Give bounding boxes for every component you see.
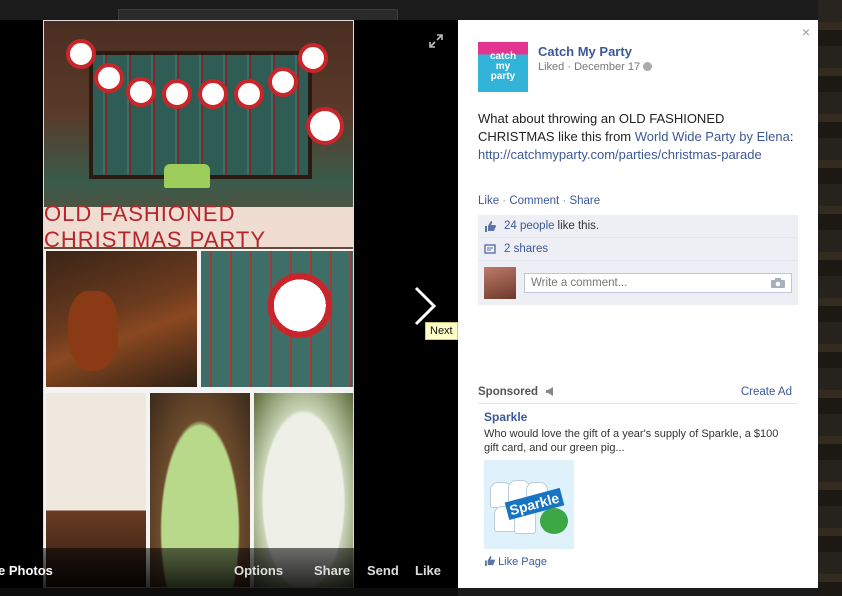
ad-title-link[interactable]: Sparkle — [484, 410, 527, 424]
expand-icon[interactable] — [429, 34, 443, 48]
banner-text: OLD FASHIONED CHRISTMAS PARTY — [44, 201, 266, 252]
options-button[interactable]: Options — [234, 563, 283, 578]
photo[interactable]: OLD FASHIONED CHRISTMAS PARTY — [43, 20, 354, 588]
post-text: What about throwing an OLD FASHIONED CHR… — [478, 111, 794, 162]
violin-shape — [68, 291, 118, 371]
garland-ornament — [198, 79, 228, 109]
photos-link[interactable]: e Photos — [0, 563, 53, 578]
post-line-1: What about throwing an OLD FASHIONED — [478, 111, 725, 126]
send-button[interactable]: Send — [367, 563, 399, 578]
post-panel: × catch my party Catch My Party Liked · … — [458, 20, 818, 588]
comment-placeholder: Write a comment... — [531, 277, 628, 289]
sponsored-heading: Sponsored — [478, 386, 555, 398]
post-url-link[interactable]: http://catchmyparty.com/parties/christma… — [478, 147, 762, 162]
logo-text: party — [490, 71, 516, 82]
ad-image[interactable]: Sparkle — [484, 460, 574, 549]
post-author-link[interactable]: World Wide Party by Elena — [635, 129, 790, 144]
feedback-box: 24 people like this. 2 shares Write a co… — [478, 215, 798, 305]
post-actions: Like · Comment · Share — [478, 195, 600, 207]
photo-tile-ornament — [199, 249, 353, 389]
post-meta: Liked · December 17 — [538, 61, 653, 73]
shares-row: 2 shares — [478, 238, 798, 261]
thumbs-up-icon — [484, 556, 495, 566]
create-ad-link[interactable]: Create Ad — [741, 386, 792, 398]
likes-count-link[interactable]: 24 people — [504, 220, 555, 232]
background-bottom-strip — [458, 588, 818, 596]
like-button[interactable]: Like — [415, 563, 441, 578]
camera-icon[interactable] — [771, 278, 785, 288]
ad-body: Who would love the gift of a year's supp… — [484, 428, 779, 454]
garland-ornament — [306, 107, 344, 145]
divider — [478, 403, 798, 404]
sponsored-label: Sponsored — [478, 386, 539, 398]
comment-input[interactable]: Write a comment... — [524, 273, 792, 293]
post-like-link[interactable]: Like — [478, 195, 499, 207]
ad-like-page[interactable]: Like Page — [484, 556, 547, 568]
chevron-right-icon[interactable] — [412, 286, 438, 326]
likes-suffix: like this. — [557, 220, 600, 232]
separator: · — [559, 195, 570, 207]
garland-ornament — [66, 39, 96, 69]
post-meta-text: Liked · December 17 — [538, 61, 641, 73]
separator: · — [499, 195, 510, 207]
post-share-link[interactable]: Share — [569, 195, 600, 207]
garland-ornament — [234, 79, 264, 109]
next-tooltip: Next — [425, 322, 458, 340]
avatar — [484, 267, 516, 299]
garland-ornament — [94, 63, 124, 93]
page-name-link[interactable]: Catch My Party — [538, 44, 632, 59]
green-cake — [164, 164, 210, 188]
shares-link[interactable]: 2 shares — [504, 243, 548, 255]
share-icon — [484, 243, 496, 254]
photo-banner: OLD FASHIONED CHRISTMAS PARTY — [44, 201, 353, 252]
comment-row: Write a comment... — [478, 261, 798, 305]
post-comment-link[interactable]: Comment — [509, 195, 559, 207]
garland-ornament — [298, 43, 328, 73]
like-page-label: Like Page — [498, 556, 547, 568]
page-avatar[interactable]: catch my party — [478, 42, 528, 92]
thumbs-up-icon — [485, 220, 496, 232]
garland-ornament — [268, 67, 298, 97]
garland-ornament — [162, 79, 192, 109]
photo-tile-violin — [44, 249, 199, 389]
photo-dessert-table: OLD FASHIONED CHRISTMAS PARTY — [44, 21, 353, 252]
likes-row: 24 people like this. — [478, 215, 798, 238]
megaphone-icon — [546, 387, 554, 396]
post-line-2: CHRISTMAS like this from — [478, 129, 635, 144]
green-pig — [540, 508, 568, 534]
close-icon[interactable]: × — [802, 24, 810, 40]
share-button[interactable]: Share — [314, 563, 350, 578]
garland-ornament — [126, 77, 156, 107]
background-right-column — [818, 0, 842, 596]
globe-icon — [643, 62, 653, 71]
